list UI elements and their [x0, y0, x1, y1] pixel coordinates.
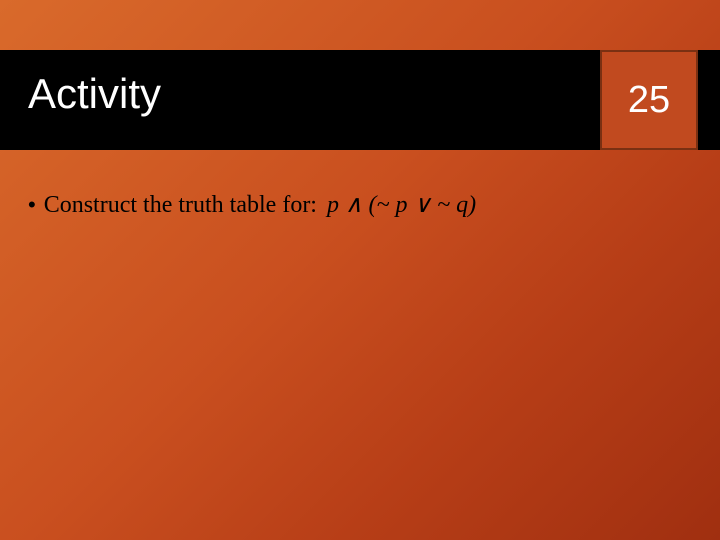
bullet-text: Construct the truth table for:	[44, 192, 317, 219]
bullet-marker: •	[28, 192, 36, 218]
formula-text: p ∧ (~ p ∨ ~ q)	[327, 190, 476, 219]
slide-title: Activity	[28, 70, 161, 118]
slide-number: 25	[628, 79, 670, 122]
slide-number-box: 25	[600, 50, 698, 150]
bullet-item: • Construct the truth table for: p ∧ (~ …	[28, 190, 476, 219]
